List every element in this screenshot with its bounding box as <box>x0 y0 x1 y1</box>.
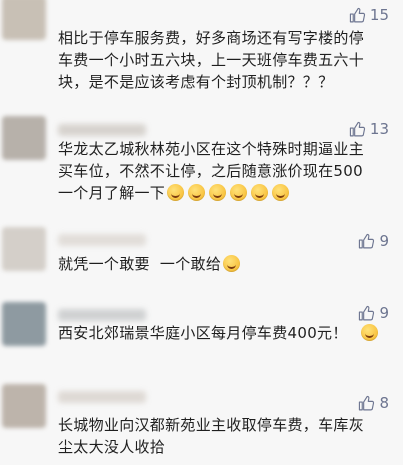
comment-text: 长城物业向汉都新苑业主收取停车费，车库灰 尘太大没人收拾 <box>58 414 389 458</box>
text-line: 西安北郊瑞景华庭小区每月停车费400元！ <box>58 324 348 342</box>
text-line: 就凭一个敢要 一个敢给 <box>58 255 222 273</box>
like-button[interactable]: 9 <box>358 232 389 250</box>
comment-item: 9 西安北郊瑞景华庭小区每月停车费400元！ <box>0 300 403 365</box>
text-line: 买车位，不然不让停，之后随意涨价现在500 <box>58 162 363 180</box>
like-button[interactable]: 9 <box>358 304 389 322</box>
grimace-emoji-icon <box>230 184 248 201</box>
text-line: 长城物业向汉都新苑业主收取停车费，车库灰 <box>58 416 365 434</box>
avatar[interactable] <box>2 384 46 428</box>
like-button[interactable]: 8 <box>358 394 389 412</box>
grimace-emoji-icon <box>251 184 269 201</box>
text-line: 块，是不是应该考虑有个封顶机制？？？ <box>58 73 334 91</box>
comment-text: 西安北郊瑞景华庭小区每月停车费400元！ <box>58 322 389 344</box>
comment-item: 15 相比于停车服务费，好多商场还有写字楼的停 车费一个小时五六块，上一天班停车… <box>0 0 403 105</box>
thumbs-up-icon <box>349 121 366 136</box>
author-name[interactable] <box>58 234 146 246</box>
grimace-emoji-icon <box>209 184 227 201</box>
like-count: 15 <box>369 6 389 24</box>
comment-text: 相比于停车服务费，好多商场还有写字楼的停 车费一个小时五六块，上一天班停车费五六… <box>58 27 389 93</box>
text-line: 车费一个小时五六块，上一天班停车费五六十 <box>58 51 365 69</box>
author-name[interactable] <box>58 124 146 136</box>
author-name[interactable] <box>58 391 146 403</box>
thumbs-up-icon <box>359 233 375 248</box>
text-line: 相比于停车服务费，好多商场还有写字楼的停 <box>58 29 365 47</box>
text-line-with-emoji: 一个月了解一下 <box>58 182 389 204</box>
comment-item: 8 长城物业向汉都新苑业主收取停车费，车库灰 尘太大没人收拾 <box>0 382 403 465</box>
text-line: 华龙太乙城秋林苑小区在这个特殊时期逼业主 <box>58 140 365 158</box>
like-count: 9 <box>379 304 389 322</box>
comment-text: 华龙太乙城秋林苑小区在这个特殊时期逼业主 买车位，不然不让停，之后随意涨价现在5… <box>58 138 389 204</box>
like-button[interactable]: 15 <box>349 6 389 24</box>
thumbs-up-icon <box>359 305 375 320</box>
text-line: 尘太大没人收拾 <box>58 438 166 456</box>
grimace-emoji-icon <box>167 184 185 201</box>
author-name[interactable] <box>58 309 146 321</box>
avatar[interactable] <box>2 302 46 346</box>
like-count: 8 <box>379 394 389 412</box>
laugh-emoji-icon <box>223 255 241 272</box>
avatar[interactable] <box>2 116 46 160</box>
text-line: 一个月了解一下 <box>58 184 166 202</box>
thumbs-up-icon <box>359 395 375 410</box>
comment-item: 13 华龙太乙城秋林苑小区在这个特殊时期逼业主 买车位，不然不让停，之后随意涨价… <box>0 108 403 208</box>
smirk-emoji-icon <box>360 324 378 341</box>
avatar[interactable] <box>2 227 46 271</box>
comment-item: 9 就凭一个敢要 一个敢给 <box>0 225 403 285</box>
like-button[interactable]: 13 <box>349 120 389 138</box>
comment-text: 就凭一个敢要 一个敢给 <box>58 253 389 275</box>
avatar[interactable] <box>2 0 46 40</box>
like-count: 13 <box>369 120 389 138</box>
thumbs-up-icon <box>349 7 366 22</box>
grimace-emoji-icon <box>272 184 290 201</box>
grimace-emoji-icon <box>188 184 206 201</box>
like-count: 9 <box>379 232 389 250</box>
